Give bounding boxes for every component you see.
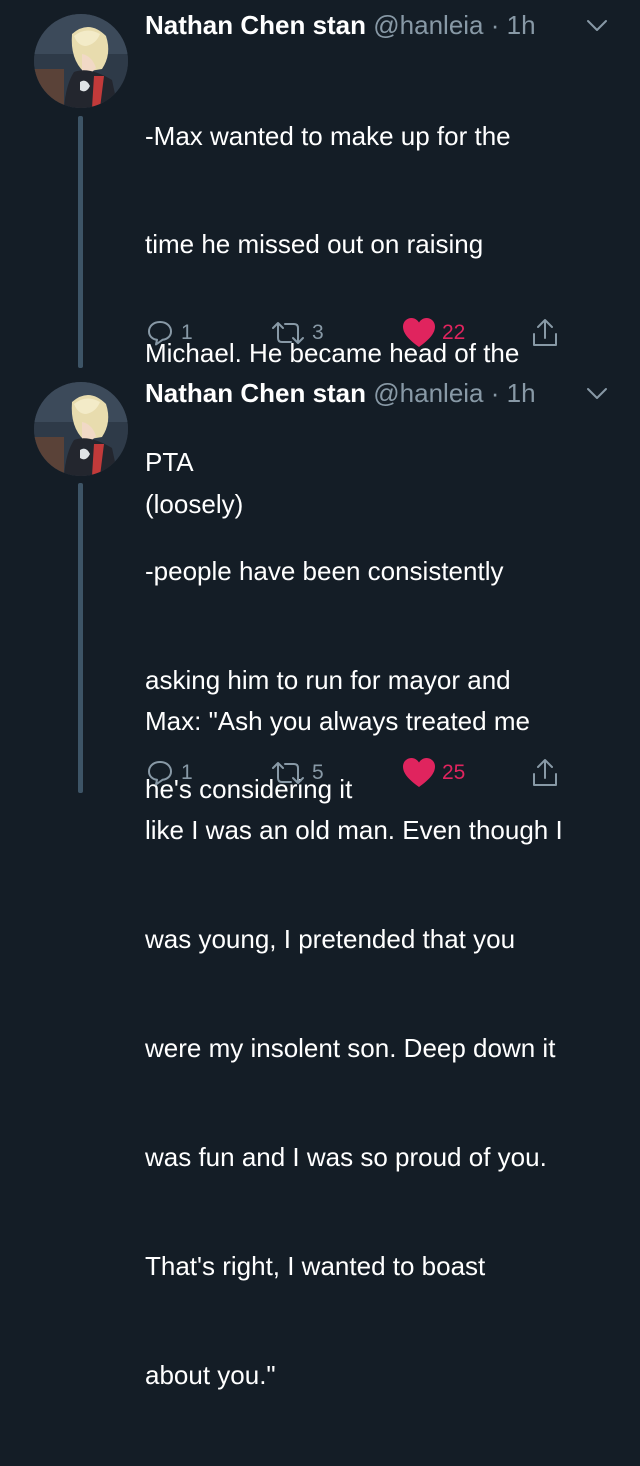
heart-icon [403, 318, 435, 347]
tweet-line: about you." [145, 1359, 276, 1390]
retweet-count: 5 [312, 761, 324, 784]
tweet-header: Nathan Chen stan @hanleia · 1h [145, 377, 610, 409]
username-handle[interactable]: @hanleia [373, 10, 483, 40]
avatar-image [34, 382, 128, 476]
reply-icon [148, 321, 172, 346]
avatar[interactable] [34, 14, 128, 108]
retweet-button[interactable]: 3 [270, 315, 324, 351]
tweet-line: was young, I pretended that you [145, 924, 516, 955]
reply-count: 1 [181, 761, 193, 784]
like-button[interactable]: 25 [402, 755, 465, 791]
reply-button[interactable]: 1 [145, 755, 193, 791]
reply-button[interactable]: 1 [145, 315, 193, 351]
like-button[interactable]: 22 [402, 315, 465, 351]
separator: · [490, 378, 500, 408]
tweet-line: time he missed out on raising [145, 229, 484, 260]
timestamp[interactable]: 1h [507, 378, 536, 408]
retweet-icon [272, 762, 304, 784]
tweet-1[interactable]: Nathan Chen stan @hanleia · 1h -Max want… [0, 0, 640, 804]
tweet-line: was fun and I was so proud of you. [145, 1141, 547, 1172]
tweet-line: like I was an old man. Even though I [145, 815, 563, 846]
username-handle[interactable]: @hanleia [373, 378, 483, 408]
retweet-icon [272, 322, 304, 344]
tweet-header: Nathan Chen stan @hanleia · 1h [145, 9, 610, 41]
chevron-down-icon[interactable] [584, 380, 610, 406]
heart-icon [403, 758, 435, 787]
timestamp[interactable]: 1h [507, 10, 536, 40]
thread-line [78, 116, 83, 368]
share-button[interactable] [530, 755, 560, 791]
tweet-2[interactable]: Nathan Chen stan @hanleia · 1h (loosely)… [0, 360, 640, 1390]
tweet-actions: 1 5 25 [145, 755, 585, 791]
tweet-line: Max: "Ash you always treated me [145, 706, 530, 737]
tweet-line: -Max wanted to make up for the [145, 120, 511, 151]
share-button[interactable] [530, 315, 560, 351]
tweet-line: (loosely) [145, 488, 244, 519]
avatar-image [34, 14, 128, 108]
retweet-button[interactable]: 5 [270, 755, 324, 791]
tweet-actions: 1 3 22 [145, 315, 585, 351]
tweet-line: That's right, I wanted to boast [145, 1250, 486, 1281]
chevron-down-icon[interactable] [584, 12, 610, 38]
reply-count: 1 [181, 321, 193, 344]
reply-icon [148, 761, 172, 786]
thread-line [78, 483, 83, 793]
share-icon [533, 759, 557, 786]
tweet-line: were my insolent son. Deep down it [145, 1033, 556, 1064]
display-name[interactable]: Nathan Chen stan [145, 10, 366, 40]
share-icon [533, 319, 557, 346]
retweet-count: 3 [312, 321, 324, 344]
avatar[interactable] [34, 382, 128, 476]
like-count: 25 [442, 761, 466, 784]
display-name[interactable]: Nathan Chen stan [145, 378, 366, 408]
tweet-line [145, 594, 615, 630]
like-count: 22 [442, 321, 466, 344]
separator: · [490, 10, 500, 40]
tweet-text: (loosely) Max: "Ash you always treated m… [145, 413, 615, 1466]
